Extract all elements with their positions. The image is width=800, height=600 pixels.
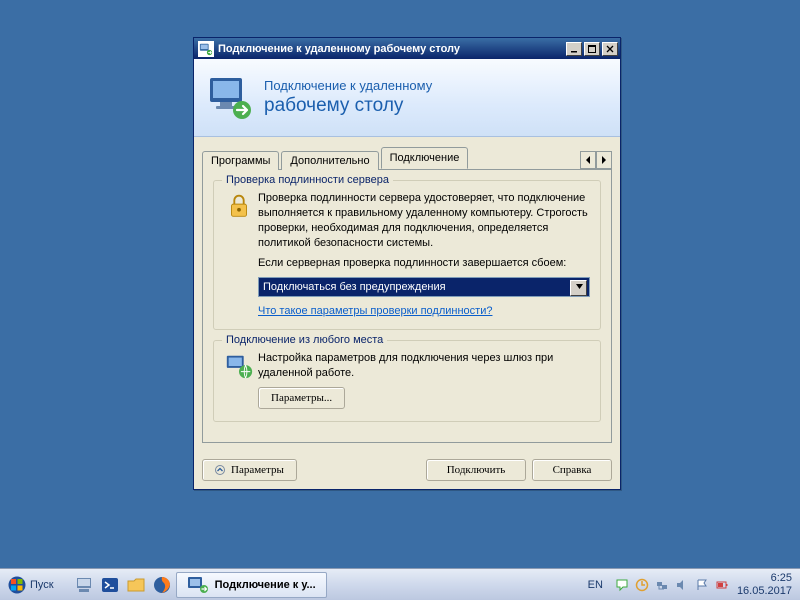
options-button-label: Параметры	[231, 464, 284, 476]
auth-description: Проверка подлинности сервера удостоверяе…	[258, 191, 590, 250]
quicklaunch-explorer[interactable]	[124, 573, 148, 597]
start-button[interactable]: Пуск	[4, 572, 62, 598]
gateway-description: Настройка параметров для подключения чер…	[258, 351, 590, 381]
tray-icon-sound[interactable]	[675, 578, 689, 592]
minimize-button[interactable]	[566, 42, 582, 56]
tray-icon-flag[interactable]	[695, 578, 709, 592]
titlebar[interactable]: Подключение к удаленному рабочему столу	[194, 38, 620, 59]
chevron-down-icon	[576, 284, 583, 290]
group-server-auth: Проверка подлинности сервера Проверка по…	[213, 180, 601, 330]
tab-advanced[interactable]: Дополнительно	[281, 151, 378, 170]
tab-label: Подключение	[390, 152, 460, 164]
rdp-dialog: Подключение к удаленному рабочему столу …	[193, 37, 621, 490]
tab-scroll-left[interactable]	[580, 151, 596, 169]
auth-failure-action-select[interactable]: Подключаться без предупреждения	[258, 277, 590, 297]
combo-value: Подключаться без предупреждения	[263, 281, 446, 293]
gateway-settings-button[interactable]: Параметры...	[258, 387, 345, 409]
clock-time: 6:25	[737, 572, 792, 584]
auth-help-link[interactable]: Что такое параметры проверки подлинности…	[258, 305, 492, 317]
tab-connection[interactable]: Подключение	[381, 147, 469, 169]
taskbar-task-rdp[interactable]: Подключение к у...	[176, 572, 327, 598]
connect-button[interactable]: Подключить	[426, 459, 526, 481]
maximize-button[interactable]	[584, 42, 600, 56]
options-toggle-button[interactable]: Параметры	[202, 459, 297, 481]
tab-label: Дополнительно	[290, 155, 369, 167]
tab-programs[interactable]: Программы	[202, 151, 279, 170]
globe-computer-icon	[224, 351, 258, 409]
task-label: Подключение к у...	[215, 579, 316, 591]
system-tray: EN 6:25 16.05.2017	[584, 572, 796, 596]
quicklaunch-firefox[interactable]	[150, 573, 174, 597]
group-gateway: Подключение из любого места Настройка па…	[213, 340, 601, 422]
start-label: Пуск	[30, 579, 54, 591]
language-indicator[interactable]: EN	[584, 577, 607, 593]
close-button[interactable]	[602, 42, 618, 56]
tab-panel-connection: Проверка подлинности сервера Проверка по…	[202, 169, 612, 443]
tab-scroll-right[interactable]	[596, 151, 612, 169]
window-title: Подключение к удаленному рабочему столу	[218, 43, 566, 55]
group-title: Проверка подлинности сервера	[222, 174, 393, 186]
banner-subtitle: Подключение к удаленному	[264, 78, 432, 93]
taskbar-separator	[64, 573, 70, 597]
tab-strip: Программы Дополнительно Подключение	[194, 137, 620, 169]
lock-icon	[224, 191, 258, 317]
tray-icon-network[interactable]	[655, 578, 669, 592]
clock[interactable]: 6:25 16.05.2017	[737, 572, 792, 596]
quicklaunch-powershell[interactable]	[98, 573, 122, 597]
tray-icon-power[interactable]	[715, 578, 729, 592]
windows-logo-icon	[8, 576, 26, 594]
tray-icon-updates[interactable]	[635, 578, 649, 592]
clock-date: 16.05.2017	[737, 585, 792, 597]
remote-desktop-icon	[187, 576, 209, 594]
banner: Подключение к удаленному рабочему столу	[194, 59, 620, 137]
tab-label: Программы	[211, 155, 270, 167]
group-title: Подключение из любого места	[222, 334, 387, 346]
app-icon	[198, 41, 214, 57]
help-button[interactable]: Справка	[532, 459, 612, 481]
taskbar: Пуск Подключение к у... EN 6:25 16.05.20…	[0, 568, 800, 600]
auth-prompt: Если серверная проверка подлинности заве…	[258, 256, 590, 271]
tray-icon-action-center[interactable]	[615, 578, 629, 592]
chevron-up-icon	[215, 465, 225, 475]
banner-title: рабочему столу	[264, 95, 432, 117]
dialog-button-row: Параметры Подключить Справка	[194, 451, 620, 489]
remote-desktop-icon	[206, 74, 254, 122]
quicklaunch-server-manager[interactable]	[72, 573, 96, 597]
